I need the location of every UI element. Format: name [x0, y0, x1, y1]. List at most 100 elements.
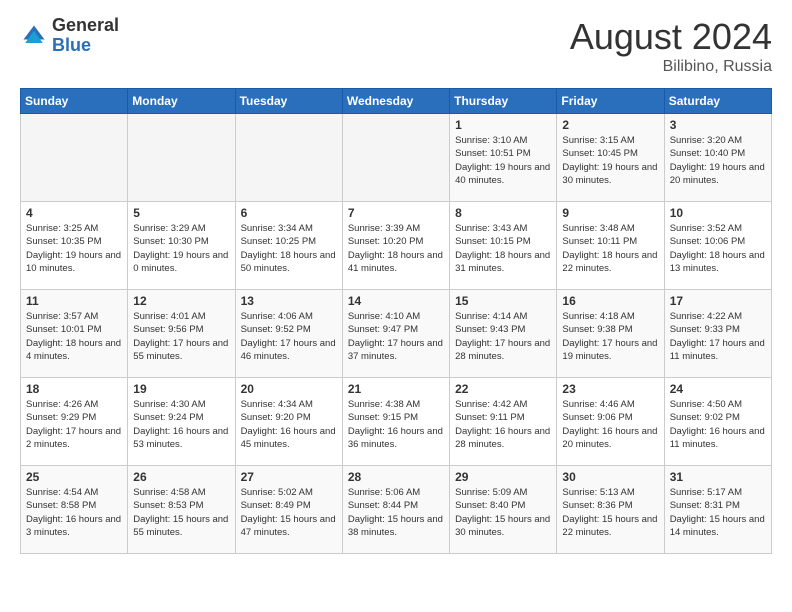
calendar-cell: 7 Sunrise: 3:39 AMSunset: 10:20 PMDayligh… — [342, 202, 449, 290]
day-number: 8 — [455, 206, 551, 220]
calendar-cell: 20 Sunrise: 4:34 AMSunset: 9:20 PMDayligh… — [235, 378, 342, 466]
calendar-cell: 2 Sunrise: 3:15 AMSunset: 10:45 PMDayligh… — [557, 114, 664, 202]
calendar-cell: 26 Sunrise: 4:58 AMSunset: 8:53 PMDayligh… — [128, 466, 235, 554]
calendar-cell: 11Sunrise: 3:57 AMSunset: 10:01 PMDaylig… — [21, 290, 128, 378]
col-header-monday: Monday — [128, 89, 235, 114]
day-number: 31 — [670, 470, 766, 484]
location: Bilibino, Russia — [570, 58, 772, 76]
cell-content: Sunrise: 3:34 AMSunset: 10:25 PMDaylight… — [241, 222, 337, 275]
calendar-cell: 8 Sunrise: 3:43 AMSunset: 10:15 PMDayligh… — [450, 202, 557, 290]
day-number: 16 — [562, 294, 658, 308]
calendar-cell: 16 Sunrise: 4:18 AMSunset: 9:38 PMDayligh… — [557, 290, 664, 378]
day-number: 20 — [241, 382, 337, 396]
cell-content: Sunrise: 3:39 AMSunset: 10:20 PMDaylight… — [348, 222, 444, 275]
calendar-cell: 28 Sunrise: 5:06 AMSunset: 8:44 PMDayligh… — [342, 466, 449, 554]
header-row: SundayMondayTuesdayWednesdayThursdayFrid… — [21, 89, 772, 114]
day-number: 24 — [670, 382, 766, 396]
cell-content: Sunrise: 4:26 AMSunset: 9:29 PMDaylight:… — [26, 398, 122, 451]
cell-content: Sunrise: 3:10 AMSunset: 10:51 PMDaylight… — [455, 134, 551, 187]
day-number: 11 — [26, 294, 122, 308]
day-number: 3 — [670, 118, 766, 132]
cell-content: Sunrise: 3:48 AMSunset: 10:11 PMDaylight… — [562, 222, 658, 275]
month-year: August 2024 — [570, 16, 772, 58]
cell-content: Sunrise: 4:06 AMSunset: 9:52 PMDaylight:… — [241, 310, 337, 363]
day-number: 1 — [455, 118, 551, 132]
calendar-cell — [21, 114, 128, 202]
cell-content: Sunrise: 4:34 AMSunset: 9:20 PMDaylight:… — [241, 398, 337, 451]
week-row-5: 25 Sunrise: 4:54 AMSunset: 8:58 PMDayligh… — [21, 466, 772, 554]
week-row-1: 1 Sunrise: 3:10 AMSunset: 10:51 PMDayligh… — [21, 114, 772, 202]
calendar-cell: 9Sunrise: 3:48 AMSunset: 10:11 PMDayligh… — [557, 202, 664, 290]
day-number: 23 — [562, 382, 658, 396]
calendar-cell: 27Sunrise: 5:02 AMSunset: 8:49 PMDayligh… — [235, 466, 342, 554]
day-number: 10 — [670, 206, 766, 220]
calendar-cell: 22Sunrise: 4:42 AMSunset: 9:11 PMDayligh… — [450, 378, 557, 466]
day-number: 18 — [26, 382, 122, 396]
day-number: 4 — [26, 206, 122, 220]
calendar-cell: 4 Sunrise: 3:25 AMSunset: 10:35 PMDayligh… — [21, 202, 128, 290]
cell-content: Sunrise: 5:06 AMSunset: 8:44 PMDaylight:… — [348, 486, 444, 539]
cell-content: Sunrise: 3:29 AMSunset: 10:30 PMDaylight… — [133, 222, 229, 275]
col-header-wednesday: Wednesday — [342, 89, 449, 114]
cell-content: Sunrise: 4:10 AMSunset: 9:47 PMDaylight:… — [348, 310, 444, 363]
day-number: 14 — [348, 294, 444, 308]
cell-content: Sunrise: 5:13 AMSunset: 8:36 PMDaylight:… — [562, 486, 658, 539]
day-number: 29 — [455, 470, 551, 484]
calendar-cell: 15Sunrise: 4:14 AMSunset: 9:43 PMDayligh… — [450, 290, 557, 378]
title-block: August 2024 Bilibino, Russia — [570, 16, 772, 76]
cell-content: Sunrise: 4:54 AMSunset: 8:58 PMDaylight:… — [26, 486, 122, 539]
week-row-3: 11Sunrise: 3:57 AMSunset: 10:01 PMDaylig… — [21, 290, 772, 378]
logo-icon — [20, 22, 48, 50]
cell-content: Sunrise: 4:58 AMSunset: 8:53 PMDaylight:… — [133, 486, 229, 539]
cell-content: Sunrise: 3:25 AMSunset: 10:35 PMDaylight… — [26, 222, 122, 275]
calendar-cell: 30 Sunrise: 5:13 AMSunset: 8:36 PMDayligh… — [557, 466, 664, 554]
day-number: 17 — [670, 294, 766, 308]
cell-content: Sunrise: 4:30 AMSunset: 9:24 PMDaylight:… — [133, 398, 229, 451]
day-number: 7 — [348, 206, 444, 220]
calendar-cell: 3Sunrise: 3:20 AMSunset: 10:40 PMDayligh… — [664, 114, 771, 202]
day-number: 19 — [133, 382, 229, 396]
cell-content: Sunrise: 5:17 AMSunset: 8:31 PMDaylight:… — [670, 486, 766, 539]
calendar-cell: 24 Sunrise: 4:50 AMSunset: 9:02 PMDayligh… — [664, 378, 771, 466]
calendar-cell: 18 Sunrise: 4:26 AMSunset: 9:29 PMDayligh… — [21, 378, 128, 466]
day-number: 22 — [455, 382, 551, 396]
calendar-cell: 13 Sunrise: 4:06 AMSunset: 9:52 PMDayligh… — [235, 290, 342, 378]
day-number: 28 — [348, 470, 444, 484]
calendar-cell: 21Sunrise: 4:38 AMSunset: 9:15 PMDayligh… — [342, 378, 449, 466]
calendar-cell: 17 Sunrise: 4:22 AMSunset: 9:33 PMDayligh… — [664, 290, 771, 378]
cell-content: Sunrise: 4:50 AMSunset: 9:02 PMDaylight:… — [670, 398, 766, 451]
day-number: 25 — [26, 470, 122, 484]
col-header-saturday: Saturday — [664, 89, 771, 114]
logo-general: General — [52, 16, 119, 36]
cell-content: Sunrise: 3:15 AMSunset: 10:45 PMDaylight… — [562, 134, 658, 187]
day-number: 27 — [241, 470, 337, 484]
calendar-cell: 1 Sunrise: 3:10 AMSunset: 10:51 PMDayligh… — [450, 114, 557, 202]
col-header-thursday: Thursday — [450, 89, 557, 114]
calendar-cell: 14 Sunrise: 4:10 AMSunset: 9:47 PMDayligh… — [342, 290, 449, 378]
day-number: 5 — [133, 206, 229, 220]
calendar-cell: 31 Sunrise: 5:17 AMSunset: 8:31 PMDayligh… — [664, 466, 771, 554]
day-number: 26 — [133, 470, 229, 484]
week-row-2: 4 Sunrise: 3:25 AMSunset: 10:35 PMDayligh… — [21, 202, 772, 290]
calendar-table: SundayMondayTuesdayWednesdayThursdayFrid… — [20, 88, 772, 554]
logo-blue: Blue — [52, 36, 119, 56]
calendar-cell: 23Sunrise: 4:46 AMSunset: 9:06 PMDayligh… — [557, 378, 664, 466]
calendar-cell: 19 Sunrise: 4:30 AMSunset: 9:24 PMDayligh… — [128, 378, 235, 466]
calendar-cell — [342, 114, 449, 202]
cell-content: Sunrise: 4:22 AMSunset: 9:33 PMDaylight:… — [670, 310, 766, 363]
calendar-cell — [128, 114, 235, 202]
day-number: 30 — [562, 470, 658, 484]
cell-content: Sunrise: 5:09 AMSunset: 8:40 PMDaylight:… — [455, 486, 551, 539]
day-number: 12 — [133, 294, 229, 308]
day-number: 13 — [241, 294, 337, 308]
calendar-cell: 6 Sunrise: 3:34 AMSunset: 10:25 PMDayligh… — [235, 202, 342, 290]
cell-content: Sunrise: 4:14 AMSunset: 9:43 PMDaylight:… — [455, 310, 551, 363]
logo-text: General Blue — [52, 16, 119, 56]
col-header-tuesday: Tuesday — [235, 89, 342, 114]
logo: General Blue — [20, 16, 119, 56]
cell-content: Sunrise: 3:43 AMSunset: 10:15 PMDaylight… — [455, 222, 551, 275]
week-row-4: 18 Sunrise: 4:26 AMSunset: 9:29 PMDayligh… — [21, 378, 772, 466]
day-number: 6 — [241, 206, 337, 220]
day-number: 2 — [562, 118, 658, 132]
cell-content: Sunrise: 4:18 AMSunset: 9:38 PMDaylight:… — [562, 310, 658, 363]
